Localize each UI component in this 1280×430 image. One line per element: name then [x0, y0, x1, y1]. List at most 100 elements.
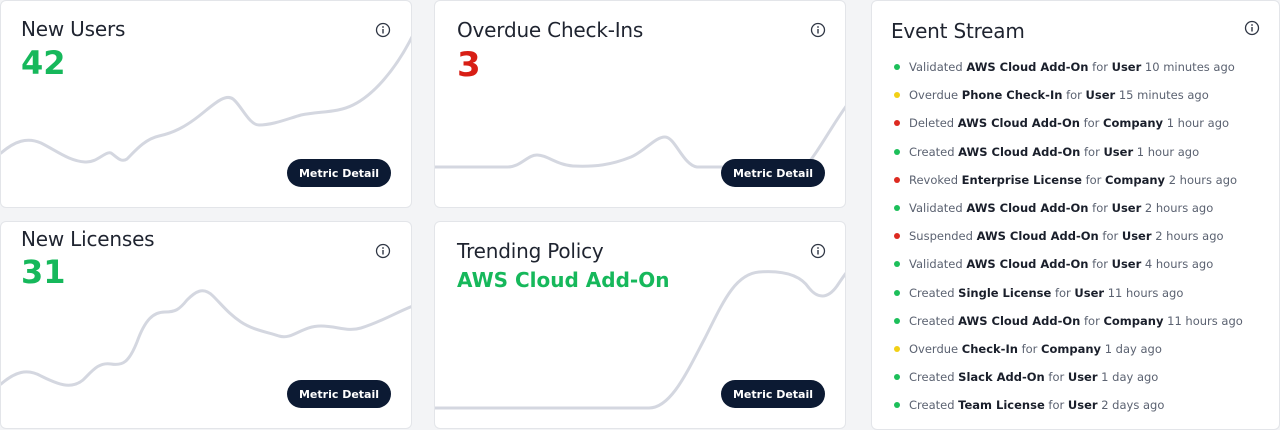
- event-prep: for: [1085, 172, 1102, 187]
- metric-detail-button[interactable]: Metric Detail: [287, 159, 391, 187]
- event-time: 1 hour ago: [1166, 116, 1230, 131]
- event-prep: for: [1048, 398, 1065, 413]
- event-item: Validated AWS Cloud Add-On for User 4 ho…: [894, 250, 1243, 278]
- event-item: Created AWS Cloud Add-On for Company 11 …: [894, 307, 1243, 335]
- event-item: Validated AWS Cloud Add-On for User 2 ho…: [894, 194, 1243, 222]
- status-dot: [894, 345, 900, 352]
- event-time: 1 day ago: [1101, 370, 1159, 385]
- status-dot: [894, 289, 900, 296]
- event-stream-title: Event Stream: [891, 19, 1025, 43]
- event-target: User: [1121, 229, 1152, 244]
- event-time: 2 days ago: [1101, 398, 1165, 413]
- event-item-name: Team License: [958, 398, 1045, 413]
- info-icon[interactable]: [810, 243, 826, 259]
- event-item-name: Single License: [958, 285, 1052, 300]
- card-value: 42: [21, 44, 66, 82]
- event-target: User: [1085, 88, 1116, 103]
- event-target: Company: [1103, 313, 1164, 328]
- card-value: AWS Cloud Add-On: [457, 268, 670, 292]
- event-time: 10 minutes ago: [1144, 60, 1235, 75]
- status-dot: [894, 64, 900, 71]
- event-action: Validated: [909, 257, 963, 272]
- event-action: Deleted: [909, 116, 955, 131]
- event-action: Revoked: [909, 172, 959, 187]
- event-target: User: [1111, 60, 1142, 75]
- event-target: Company: [1105, 172, 1166, 187]
- info-icon[interactable]: [1244, 20, 1260, 36]
- status-dot: [894, 261, 900, 268]
- event-prep: for: [1083, 116, 1100, 131]
- event-prep: for: [1084, 313, 1100, 328]
- event-item: Validated AWS Cloud Add-On for User 10 m…: [894, 53, 1243, 81]
- status-dot: [894, 92, 900, 99]
- event-item: Created Slack Add-On for User 1 day ago: [894, 363, 1243, 391]
- event-action: Created: [909, 313, 955, 328]
- status-dot: [894, 402, 900, 409]
- event-prep: for: [1092, 257, 1108, 272]
- status-dot: [894, 120, 900, 127]
- event-action: Validated: [909, 60, 963, 75]
- card-title: New Licenses: [21, 227, 155, 251]
- event-item-name: AWS Cloud Add-On: [966, 201, 1089, 216]
- card-title: New Users: [21, 17, 126, 41]
- event-action: Created: [909, 144, 955, 159]
- status-dot: [894, 176, 900, 183]
- event-item-name: Enterprise License: [961, 172, 1082, 187]
- event-prep: for: [1102, 229, 1119, 244]
- event-prep: for: [1054, 285, 1071, 300]
- event-prep: for: [1084, 144, 1100, 159]
- event-target: User: [1074, 285, 1105, 300]
- event-item: Created Team License for User 2 days ago: [894, 391, 1243, 419]
- event-action: Suspended: [909, 229, 973, 244]
- event-time: 11 hours ago: [1167, 313, 1243, 328]
- info-icon[interactable]: [375, 243, 391, 259]
- event-item: Revoked Enterprise License for Company 2…: [894, 166, 1243, 194]
- info-icon[interactable]: [375, 22, 391, 38]
- status-dot: [894, 205, 900, 212]
- event-target: User: [1111, 201, 1142, 216]
- new-users-card: New Users 42 Metric Detail: [0, 0, 412, 208]
- event-target: Company: [1041, 341, 1102, 356]
- event-item-name: Phone Check-In: [961, 88, 1063, 103]
- info-icon[interactable]: [810, 22, 826, 38]
- metric-detail-button[interactable]: Metric Detail: [721, 159, 825, 187]
- event-time: 1 hour ago: [1136, 144, 1200, 159]
- status-dot: [894, 317, 900, 324]
- event-time: 2 hours ago: [1155, 229, 1224, 244]
- event-item-name: AWS Cloud Add-On: [976, 229, 1099, 244]
- status-dot: [894, 374, 900, 381]
- event-item-name: AWS Cloud Add-On: [966, 257, 1089, 272]
- card-title: Overdue Check-Ins: [457, 18, 644, 42]
- event-item-name: AWS Cloud Add-On: [958, 313, 1081, 328]
- overdue-checkins-card: Overdue Check-Ins 3 Metric Detail: [434, 0, 846, 208]
- event-prep: for: [1092, 60, 1108, 75]
- event-item: Suspended AWS Cloud Add-On for User 2 ho…: [894, 222, 1243, 250]
- event-action: Created: [909, 285, 955, 300]
- event-target: User: [1111, 257, 1142, 272]
- event-prep: for: [1021, 341, 1038, 356]
- event-target: Company: [1103, 116, 1164, 131]
- event-action: Created: [909, 398, 955, 413]
- event-target: User: [1103, 144, 1134, 159]
- event-time: 1 day ago: [1104, 341, 1162, 356]
- event-item: Overdue Phone Check-In for User 15 minut…: [894, 81, 1243, 109]
- event-time: 15 minutes ago: [1118, 88, 1209, 103]
- event-item-name: AWS Cloud Add-On: [958, 144, 1081, 159]
- metric-detail-button[interactable]: Metric Detail: [721, 380, 825, 408]
- event-action: Validated: [909, 201, 963, 216]
- event-item: Deleted AWS Cloud Add-On for Company 1 h…: [894, 109, 1243, 137]
- event-item: Created Single License for User 11 hours…: [894, 279, 1243, 307]
- event-prep: for: [1092, 201, 1108, 216]
- event-item-name: AWS Cloud Add-On: [966, 60, 1089, 75]
- metric-detail-button[interactable]: Metric Detail: [287, 380, 391, 408]
- event-item-name: Check-In: [961, 341, 1018, 356]
- event-time: 11 hours ago: [1107, 285, 1184, 300]
- trending-policy-card: Trending Policy AWS Cloud Add-On Metric …: [434, 221, 846, 429]
- event-list: Validated AWS Cloud Add-On for User 10 m…: [894, 53, 1243, 419]
- event-target: User: [1067, 370, 1098, 385]
- event-action: Overdue: [909, 341, 959, 356]
- event-prep: for: [1048, 370, 1065, 385]
- event-stream-card: Event Stream Validated AWS Cloud Add-On …: [871, 0, 1280, 430]
- event-time: 2 hours ago: [1144, 201, 1214, 216]
- event-target: User: [1067, 398, 1098, 413]
